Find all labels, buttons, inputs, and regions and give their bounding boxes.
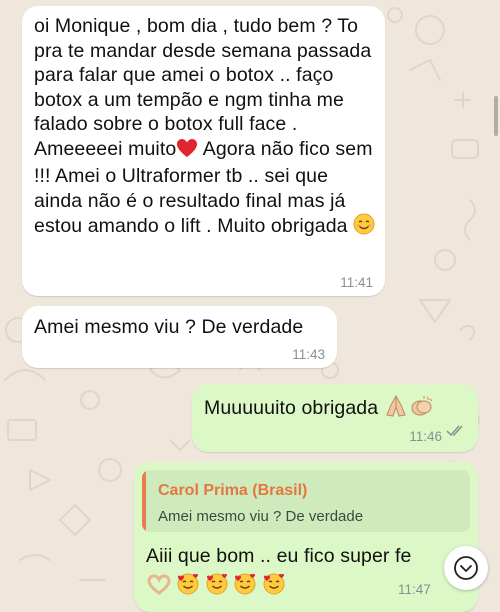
- red-heart-emoji-icon: [176, 138, 198, 165]
- message-text-part: Muuuuuito obrigada: [204, 397, 384, 419]
- message-timestamp: 11:47: [398, 582, 431, 597]
- scrollbar-thumb[interactable]: [494, 96, 498, 136]
- outgoing-message-bubble[interactable]: Muuuuuito obrigada 11:46: [192, 384, 478, 452]
- reply-author: Carol Prima (Brasil): [158, 482, 308, 499]
- message-text: Muuuuuito obrigada: [204, 394, 434, 424]
- incoming-message-bubble[interactable]: oi Monique , bom dia , tudo bem ? To pra…: [22, 6, 385, 296]
- emoji-row: [146, 572, 286, 601]
- incoming-message-bubble[interactable]: Amei mesmo viu ? De verdade 11:43: [22, 306, 337, 368]
- reply-accent-bar: [142, 470, 146, 532]
- read-receipt-icon: [446, 424, 466, 442]
- quoted-reply[interactable]: Carol Prima (Brasil) Amei mesmo viu ? De…: [142, 470, 470, 532]
- outgoing-reply-message-bubble[interactable]: Carol Prima (Brasil) Amei mesmo viu ? De…: [134, 462, 478, 612]
- message-timestamp: 11:43: [292, 347, 325, 362]
- clapping-hands-emoji-icon: [408, 395, 434, 424]
- smiling-face-with-hearts-emoji-icon: [176, 572, 200, 601]
- smiling-face-with-hearts-emoji-icon: [205, 572, 229, 601]
- chevron-down-icon: [453, 555, 479, 586]
- folded-hands-emoji-icon: [384, 394, 408, 424]
- reply-quoted-text: Amei mesmo viu ? De verdade: [158, 508, 364, 525]
- smiling-face-with-hearts-emoji-icon: [233, 572, 257, 601]
- message-text-part: Aiii que bom .. eu fico super fe: [146, 545, 412, 567]
- message-timestamp: 11:46: [409, 429, 442, 444]
- scroll-to-bottom-button[interactable]: [444, 546, 488, 590]
- message-text: oi Monique , bom dia , tudo bem ? To pra…: [34, 14, 379, 242]
- smiling-face-emoji-icon: [353, 213, 375, 242]
- heart-hands-emoji-icon: [146, 574, 172, 601]
- smiling-face-with-hearts-emoji-icon: [262, 572, 286, 601]
- message-timestamp: 11:41: [340, 275, 373, 290]
- message-text: Aiii que bom .. eu fico super fe: [146, 544, 412, 569]
- message-text: Amei mesmo viu ? De verdade: [34, 316, 304, 338]
